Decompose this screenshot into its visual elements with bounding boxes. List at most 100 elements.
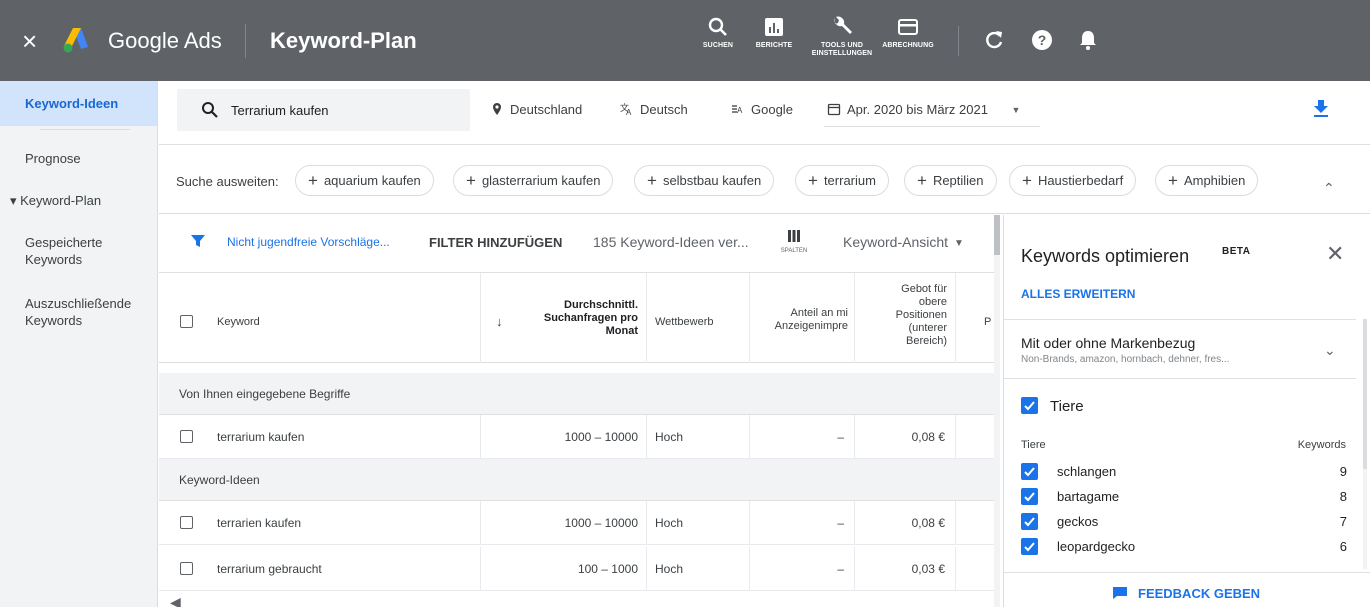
keyword-cell: terrarium gebraucht [217, 562, 322, 576]
keyword-filter-item[interactable]: geckos 7 [1021, 511, 1347, 535]
suggestion-chip[interactable]: + terrarium [795, 165, 889, 196]
download-icon[interactable] [1312, 98, 1330, 118]
suggestion-chip[interactable]: + Haustierbedarf [1009, 165, 1137, 196]
location-value: Deutschland [510, 102, 583, 117]
columns-button[interactable]: SPALTEN [779, 229, 809, 254]
header-avg-searches[interactable]: Durchschnittl. Suchanfragen pro Monat [481, 273, 647, 363]
keyword-cell: terrarien kaufen [217, 516, 302, 530]
suggestion-chip[interactable]: + glasterrarium kaufen [453, 165, 614, 196]
network-filter[interactable]: A Google [731, 102, 793, 117]
keyword-filter-item[interactable]: leopardgecko 6 [1021, 536, 1347, 560]
tool-label: SUCHEN [702, 42, 734, 49]
bid-cell: 0,08 € [911, 516, 945, 530]
divider [958, 26, 959, 56]
notifications-bell-icon[interactable] [1076, 28, 1100, 52]
avg-searches-cell: 1000 – 10000 [564, 430, 638, 444]
header-next-column[interactable]: P [956, 273, 995, 363]
chevron-down-icon[interactable]: ⌄ [1324, 342, 1336, 359]
search-icon [202, 102, 218, 118]
beta-badge: BETA [1222, 246, 1251, 257]
tools-settings-button[interactable]: TOOLS UND EINSTELLUNGEN [810, 16, 874, 58]
filter-funnel-icon[interactable] [190, 233, 206, 249]
scrollbar-thumb[interactable] [994, 215, 1000, 255]
avg-searches-cell: 1000 – 10000 [564, 516, 638, 530]
plus-icon: + [917, 171, 927, 190]
header-keyword[interactable]: Keyword ↓ [159, 273, 503, 363]
checked-checkbox-icon[interactable] [1021, 488, 1038, 505]
animals-section-header[interactable]: Tiere [1021, 397, 1084, 415]
add-filter-button[interactable]: FILTER HINZUFÜGEN [429, 235, 562, 250]
location-filter[interactable]: Deutschland [490, 102, 582, 117]
plus-icon: + [1168, 171, 1178, 190]
table-scrollbar[interactable] [994, 215, 1000, 607]
reports-tool-button[interactable]: BERICHTE [742, 16, 806, 50]
divider [40, 129, 130, 130]
nav-item-saved-keywords[interactable]: Gespeicherte Keywords [0, 234, 157, 268]
close-icon[interactable]: ✕ [1326, 241, 1344, 267]
location-pin-icon [493, 103, 501, 115]
header-competition[interactable]: Wettbewerb [647, 273, 750, 363]
refresh-icon[interactable] [982, 28, 1006, 52]
billing-icon [898, 19, 918, 35]
keyword-table-area: Nicht jugendfreie Vorschläge... FILTER H… [159, 215, 995, 607]
group-row-entered-terms: Von Ihnen eingegebene Begriffe [159, 373, 995, 415]
header-impression-share[interactable]: Anteil an mi Anzeigenimpre [750, 273, 855, 363]
keyword-filter-item[interactable]: bartagame 8 [1021, 486, 1347, 510]
keyword-filter-item[interactable]: schlangen 9 [1021, 461, 1347, 485]
language-filter[interactable]: 文 A Deutsch [620, 102, 688, 117]
nav-item-keyword-plan[interactable]: ▾ Keyword-Plan [0, 192, 157, 209]
suggestion-chip[interactable]: + aquarium kaufen [295, 165, 434, 196]
expand-all-button[interactable]: ALLES ERWEITERN [1021, 287, 1135, 301]
chevron-down-icon: ▼ [1011, 105, 1021, 115]
table-row[interactable]: terrarium gebraucht 100 – 1000 Hoch – 0,… [159, 547, 995, 591]
row-checkbox[interactable] [180, 430, 193, 443]
chevron-up-icon[interactable]: ⌃ [1323, 180, 1335, 197]
view-selector[interactable]: Keyword-Ansicht ▼ [843, 234, 964, 250]
billing-tool-button[interactable]: ABRECHNUNG [876, 16, 940, 50]
keyword-search-box[interactable] [177, 89, 470, 131]
calendar-icon [827, 103, 841, 116]
suggestion-chip[interactable]: + selbstbau kaufen [634, 165, 775, 196]
select-all-checkbox[interactable] [180, 315, 193, 328]
panel-title: Keywords optimieren [1021, 246, 1190, 266]
nav-item-negative-keywords[interactable]: Auszuschließende Keywords [0, 295, 157, 329]
avg-searches-cell: 100 – 1000 [577, 562, 638, 576]
keyword-search-input[interactable] [231, 100, 451, 120]
header-top-bid-low[interactable]: Gebot für obere Positionen (unterer Bereich) [855, 273, 956, 363]
search-tool-button[interactable]: SUCHEN [686, 16, 750, 50]
broaden-search-label: Suche ausweiten: [176, 174, 279, 189]
close-icon[interactable]: × [22, 28, 37, 54]
plus-icon: + [308, 171, 318, 190]
date-range-filter[interactable]: Apr. 2020 bis März 2021 ▼ [827, 102, 1020, 117]
row-checkbox[interactable] [180, 516, 193, 529]
checked-checkbox-icon[interactable] [1021, 463, 1038, 480]
left-navigation: Keyword-Ideen Prognose ▾ Keyword-Plan Ge… [0, 81, 158, 607]
impression-share-cell: – [837, 562, 844, 576]
table-header: Keyword ↓ Durchschnittl. Suchanfragen pro… [159, 273, 995, 363]
table-row[interactable]: terrarium kaufen 1000 – 10000 Hoch – 0,0… [159, 415, 995, 459]
scroll-left-icon[interactable]: ◀ [170, 594, 181, 607]
keyword-count: 185 Keyword-Ideen ver... [593, 234, 749, 250]
brand-section[interactable]: Mit oder ohne Markenbezug Non-Brands, am… [1004, 319, 1356, 379]
suggestion-chip[interactable]: + Reptilien [904, 165, 997, 196]
adult-filter-link[interactable]: Nicht jugendfreie Vorschläge... [227, 235, 390, 249]
checked-checkbox-icon[interactable] [1021, 513, 1038, 530]
row-checkbox[interactable] [180, 562, 193, 575]
section-title: Mit oder ohne Markenbezug [1021, 335, 1196, 351]
bid-cell: 0,08 € [911, 430, 945, 444]
help-icon[interactable]: ? [1030, 28, 1054, 52]
suggestion-chip[interactable]: + Amphibien [1155, 165, 1259, 196]
checked-checkbox-icon[interactable] [1021, 538, 1038, 555]
search-icon [708, 17, 727, 36]
checked-checkbox-icon[interactable] [1021, 397, 1038, 414]
nav-item-forecast[interactable]: Prognose [0, 150, 157, 167]
feedback-button[interactable]: FEEDBACK GEBEN [1112, 586, 1260, 601]
table-row[interactable]: terrarien kaufen 1000 – 10000 Hoch – 0,0… [159, 501, 995, 545]
scrollbar-thumb[interactable] [1363, 319, 1367, 469]
column-header-keywords: Keywords [1297, 439, 1346, 451]
network-icon: A [732, 105, 743, 115]
panel-scrollbar[interactable] [1363, 319, 1367, 569]
svg-text:A: A [626, 108, 632, 116]
impression-share-cell: – [837, 516, 844, 530]
nav-item-keyword-ideas[interactable]: Keyword-Ideen [0, 81, 157, 126]
